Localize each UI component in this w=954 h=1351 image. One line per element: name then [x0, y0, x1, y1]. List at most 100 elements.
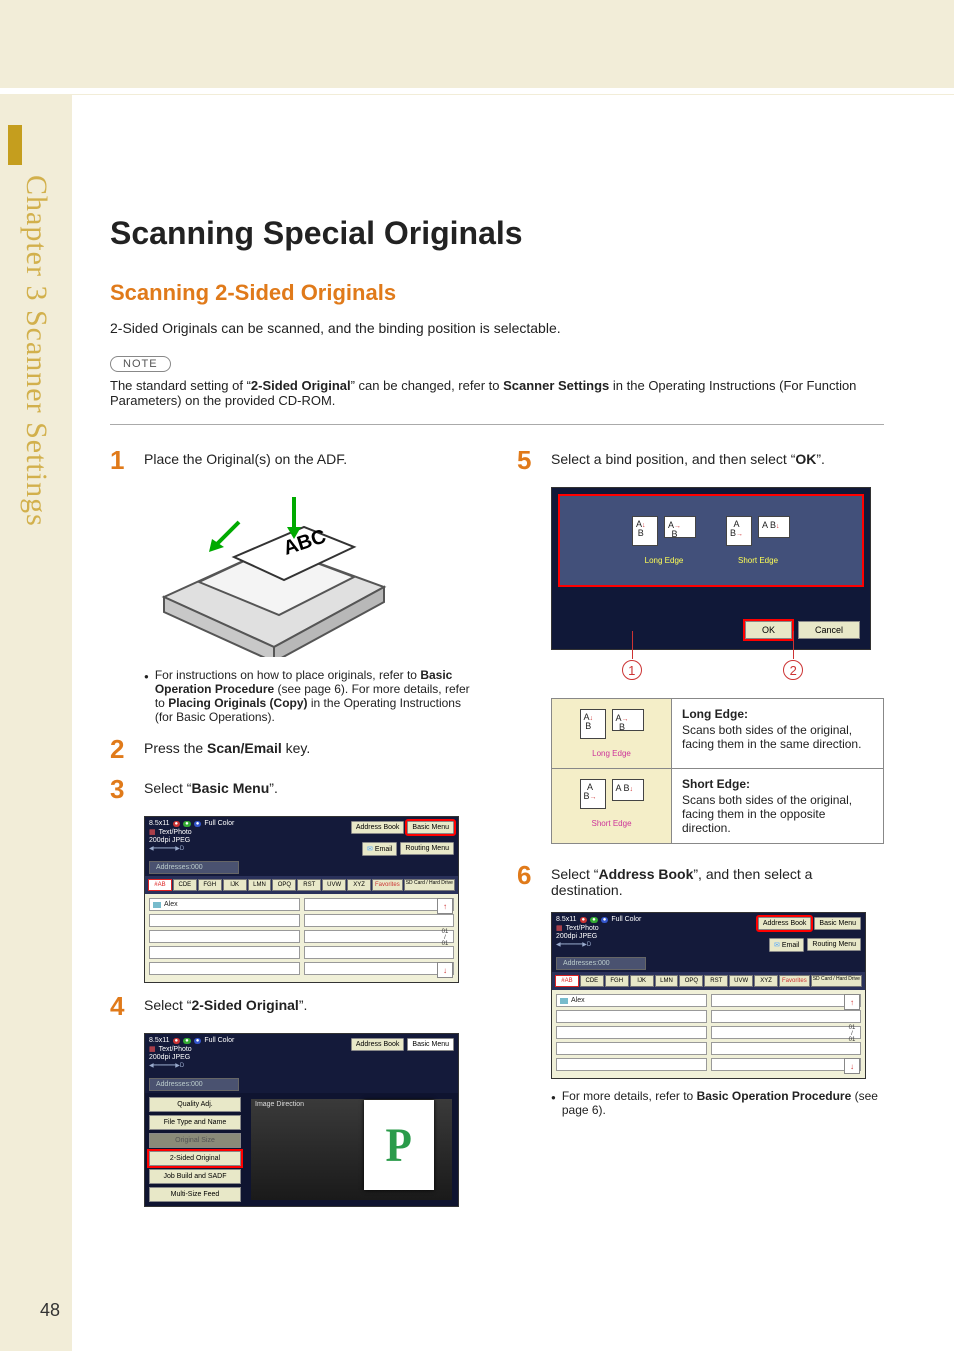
tab-rst[interactable]: RST	[297, 879, 321, 891]
tab-uvw[interactable]: UVW	[322, 879, 346, 891]
short-edge-label: Short Edge	[560, 819, 663, 828]
lcd-addresses: Addresses:000	[149, 861, 454, 874]
addresses-field[interactable]: Addresses:000	[149, 1078, 239, 1091]
list-item[interactable]	[304, 962, 455, 975]
step-6: 6 Select “Address Book”, and then select…	[517, 862, 884, 898]
lcd-alpha-tabs: #AB CDE FGH IJK LMN OPQ RST UVW XYZ Favo…	[552, 972, 865, 990]
list-item[interactable]	[711, 1026, 862, 1039]
doc-icon: A↓B	[632, 516, 658, 546]
tab-ab[interactable]: #AB	[555, 975, 579, 987]
tab-xyz[interactable]: XYZ	[347, 879, 371, 891]
scroll-down-button[interactable]: ↓	[437, 962, 453, 978]
list-item[interactable]	[149, 930, 300, 943]
callout-2: 2	[783, 660, 803, 680]
tab-rst[interactable]: RST	[704, 975, 728, 987]
list-item[interactable]	[711, 1042, 862, 1055]
page-content: Scanning Special Originals Scanning 2-Si…	[0, 95, 954, 1257]
tab-sdcard[interactable]: SD Card / Hard Drive	[404, 879, 455, 891]
ok-button[interactable]: OK	[745, 621, 792, 639]
note-bold: 2-Sided Original	[251, 378, 351, 393]
tab-lmn[interactable]: LMN	[655, 975, 679, 987]
email-button[interactable]: ✉Email	[769, 938, 804, 952]
scroll-indicator: 01 / 01	[442, 929, 449, 947]
lcd-header: 8.5x11 ●●●Full Color ▦Text/Photo 200dpi …	[145, 1034, 458, 1076]
tab-ijk[interactable]: IJK	[223, 879, 247, 891]
tab-ab[interactable]: #AB	[148, 879, 172, 891]
routing-menu-button[interactable]: Routing Menu	[807, 938, 861, 951]
scroll-up-button[interactable]: ↑	[437, 898, 453, 914]
addresses-field[interactable]: Addresses:000	[149, 861, 239, 874]
step6-bullet: For more details, refer to Basic Operati…	[551, 1089, 884, 1117]
2sided-original-button[interactable]: 2-Sided Original	[149, 1151, 241, 1166]
two-columns: 1 Place the Original(s) on the ADF. ABC	[110, 447, 884, 1217]
list-item[interactable]	[711, 994, 862, 1007]
doc-icon: AB→	[580, 779, 606, 809]
long-edge-label: Long Edge	[632, 556, 696, 565]
job-build-button[interactable]: Job Build and SADF	[149, 1169, 241, 1184]
basic-menu-button[interactable]: Basic Menu	[407, 821, 454, 834]
pc-icon	[153, 902, 161, 908]
tab-lmn[interactable]: LMN	[248, 879, 272, 891]
long-edge-desc: Long Edge: Scans both sides of the origi…	[672, 699, 883, 768]
list-item[interactable]: Alex	[149, 898, 300, 911]
list-item[interactable]	[556, 1058, 707, 1071]
list-item[interactable]	[711, 1010, 862, 1023]
address-book-button[interactable]: Address Book	[351, 821, 405, 834]
list-item[interactable]	[149, 962, 300, 975]
note-badge: NOTE	[110, 356, 171, 372]
tab-fgh[interactable]: FGH	[605, 975, 629, 987]
original-size-button[interactable]: Original Size	[149, 1133, 241, 1148]
quality-adj-button[interactable]: Quality Adj.	[149, 1097, 241, 1112]
address-book-button[interactable]: Address Book	[351, 1038, 405, 1051]
list-item[interactable]	[711, 1058, 862, 1071]
table-row: AB→ A B↓ Short Edge Short Edge: Scans bo…	[552, 769, 883, 843]
step-text: Select a bind position, and then select …	[551, 447, 884, 473]
short-edge-option[interactable]: AB→ A B↓ Short Edge	[726, 516, 790, 565]
tab-fgh[interactable]: FGH	[198, 879, 222, 891]
intro-text: 2-Sided Originals can be scanned, and th…	[110, 320, 884, 336]
tab-opq[interactable]: OPQ	[679, 975, 703, 987]
cancel-button[interactable]: Cancel	[798, 621, 860, 639]
lcd-top-buttons: Address Book Basic Menu ✉Email Routing M…	[662, 913, 865, 955]
tab-favorites[interactable]: Favorites	[372, 879, 403, 891]
long-edge-option[interactable]: A↓B A→B Long Edge	[632, 516, 696, 565]
routing-menu-button[interactable]: Routing Menu	[400, 842, 454, 855]
basic-menu-button[interactable]: Basic Menu	[407, 1038, 454, 1051]
doc-icon: AB→	[726, 516, 752, 546]
tab-opq[interactable]: OPQ	[272, 879, 296, 891]
list-item[interactable]	[556, 1026, 707, 1039]
list-item[interactable]	[304, 898, 455, 911]
tab-xyz[interactable]: XYZ	[754, 975, 778, 987]
step-number: 4	[110, 993, 144, 1019]
table-row: A↓B A→B Long Edge Long Edge: Scans both …	[552, 699, 883, 769]
scroll-up-button[interactable]: ↑	[844, 994, 860, 1010]
tab-sdcard[interactable]: SD Card / Hard Drive	[811, 975, 862, 987]
tab-ijk[interactable]: IJK	[630, 975, 654, 987]
list-item[interactable]	[149, 914, 300, 927]
top-gap	[0, 88, 954, 94]
tab-cde[interactable]: CDE	[580, 975, 604, 987]
scroll-down-button[interactable]: ↓	[844, 1058, 860, 1074]
basic-menu-button[interactable]: Basic Menu	[814, 917, 861, 930]
tab-uvw[interactable]: UVW	[729, 975, 753, 987]
note-bold: Scanner Settings	[503, 378, 609, 393]
filetype-button[interactable]: File Type and Name	[149, 1115, 241, 1130]
step-text: Select “Address Book”, and then select a…	[551, 862, 884, 898]
tab-cde[interactable]: CDE	[173, 879, 197, 891]
list-item[interactable]	[556, 1010, 707, 1023]
list-item[interactable]: Alex	[556, 994, 707, 1007]
list-item[interactable]	[556, 1042, 707, 1055]
list-item[interactable]	[304, 914, 455, 927]
multisize-button[interactable]: Multi-Size Feed	[149, 1187, 241, 1202]
list-item[interactable]	[304, 930, 455, 943]
callout-numbers: 1 2	[551, 660, 874, 680]
addresses-field[interactable]: Addresses:000	[556, 957, 646, 970]
tab-favorites[interactable]: Favorites	[779, 975, 810, 987]
page-title: Scanning Special Originals	[110, 215, 884, 252]
email-button[interactable]: ✉Email	[362, 842, 397, 856]
doc-icon: A→B	[612, 709, 644, 731]
address-book-button[interactable]: Address Book	[758, 917, 812, 930]
list-item[interactable]	[304, 946, 455, 959]
list-item[interactable]	[149, 946, 300, 959]
long-edge-icons: A↓B A→B	[632, 516, 696, 546]
